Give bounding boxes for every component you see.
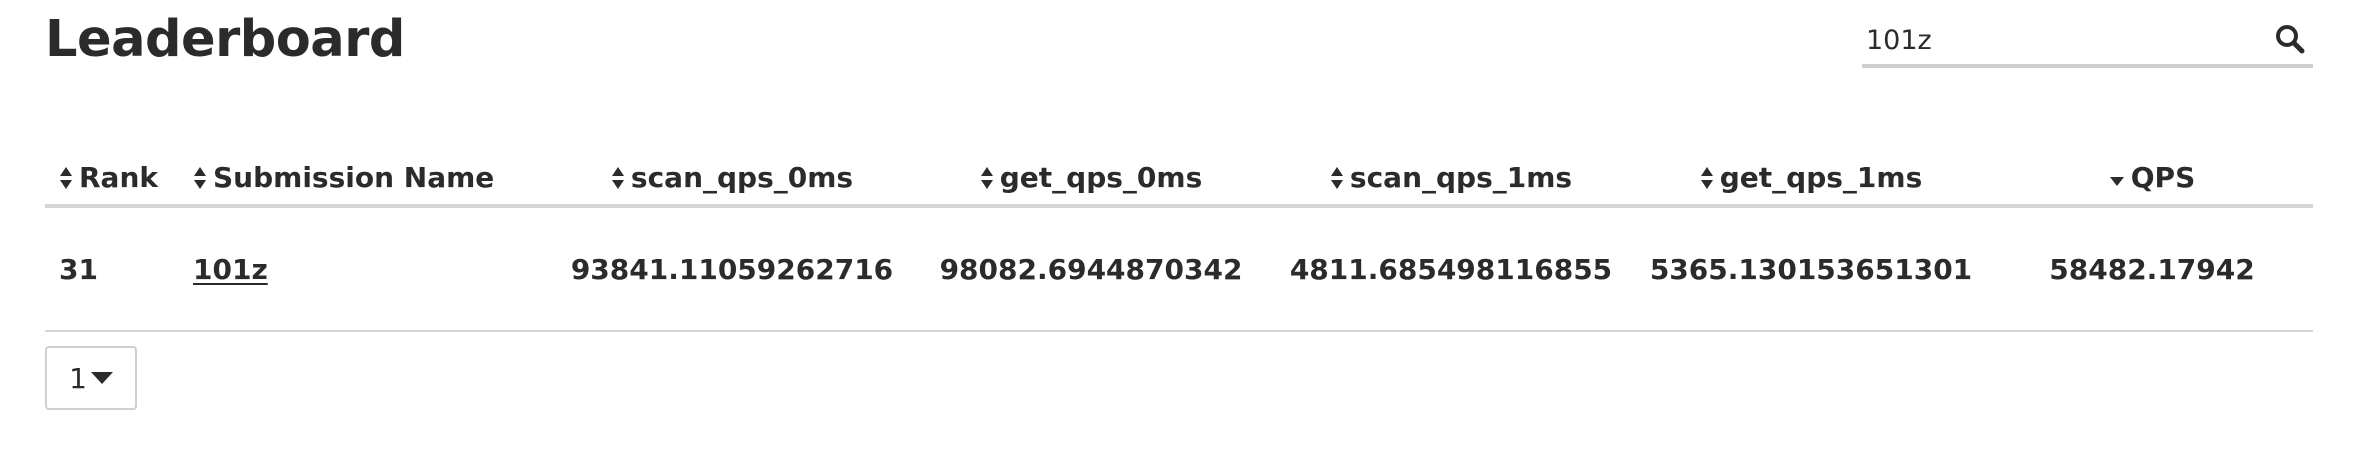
search-icon[interactable] [2273, 22, 2307, 56]
page-select-value: 1 [69, 361, 87, 395]
sort-descending-icon [2109, 176, 2124, 186]
cell-get-qps-1ms: 5365.130153651301 [1631, 206, 1991, 332]
leaderboard-table: Rank Submission Name scan_qps_0ms get_qp… [45, 150, 2313, 332]
sort-icon [1700, 166, 1713, 189]
column-header-label: Submission Name [213, 160, 495, 194]
table-header-row: Rank Submission Name scan_qps_0ms get_qp… [45, 150, 2313, 208]
column-header-label: scan_qps_0ms [630, 160, 854, 194]
column-header-qps[interactable]: QPS [1991, 150, 2313, 208]
column-header-get-qps-1ms[interactable]: get_qps_1ms [1631, 150, 1991, 208]
sort-icon [194, 166, 206, 189]
cell-submission-name: 101z [193, 206, 553, 332]
sort-icon [1330, 166, 1343, 189]
column-header-label: QPS [2130, 160, 2196, 194]
cell-rank: 31 [45, 206, 193, 332]
sort-icon [60, 166, 72, 189]
search-box [1862, 18, 2313, 68]
cell-get-qps-0ms: 98082.6944870342 [911, 206, 1271, 332]
column-header-label: get_qps_1ms [1719, 160, 1923, 194]
column-header-submission-name[interactable]: Submission Name [193, 150, 553, 208]
page-title: Leaderboard [45, 10, 405, 69]
cell-scan-qps-1ms: 4811.685498116855 [1271, 206, 1631, 332]
cell-scan-qps-0ms: 93841.11059262716 [553, 206, 911, 332]
column-header-rank[interactable]: Rank [45, 150, 193, 208]
column-header-scan-qps-0ms[interactable]: scan_qps_0ms [553, 150, 911, 208]
cell-qps: 58482.17942 [1991, 206, 2313, 332]
page-select[interactable]: 1 [45, 346, 137, 410]
search-input[interactable] [1862, 18, 2260, 62]
column-header-label: scan_qps_1ms [1349, 160, 1573, 194]
column-header-scan-qps-1ms[interactable]: scan_qps_1ms [1271, 150, 1631, 208]
column-header-label: get_qps_0ms [999, 160, 1203, 194]
chevron-down-icon [90, 372, 113, 384]
column-header-label: Rank [79, 160, 159, 194]
sort-icon [611, 166, 624, 189]
submission-link[interactable]: 101z [193, 253, 268, 286]
sort-icon [980, 166, 993, 189]
column-header-get-qps-0ms[interactable]: get_qps_0ms [911, 150, 1271, 208]
table-row: 31 101z 93841.11059262716 98082.69448703… [45, 206, 2313, 332]
